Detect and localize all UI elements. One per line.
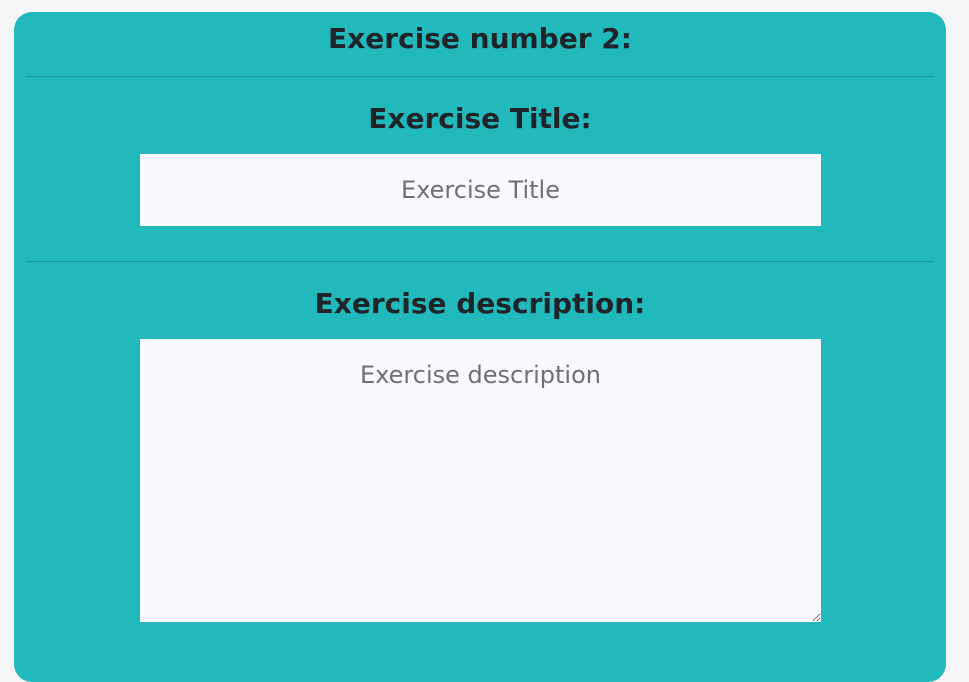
divider <box>26 76 934 77</box>
exercise-number-heading: Exercise number 2: <box>328 22 632 55</box>
exercise-title-input[interactable] <box>140 154 821 226</box>
exercise-description-textarea[interactable] <box>140 339 821 622</box>
exercise-title-label: Exercise Title: <box>368 102 592 135</box>
exercise-description-label: Exercise description: <box>314 287 646 320</box>
divider <box>26 261 934 262</box>
exercise-card: Exercise number 2: Exercise Title: Exerc… <box>14 12 946 682</box>
